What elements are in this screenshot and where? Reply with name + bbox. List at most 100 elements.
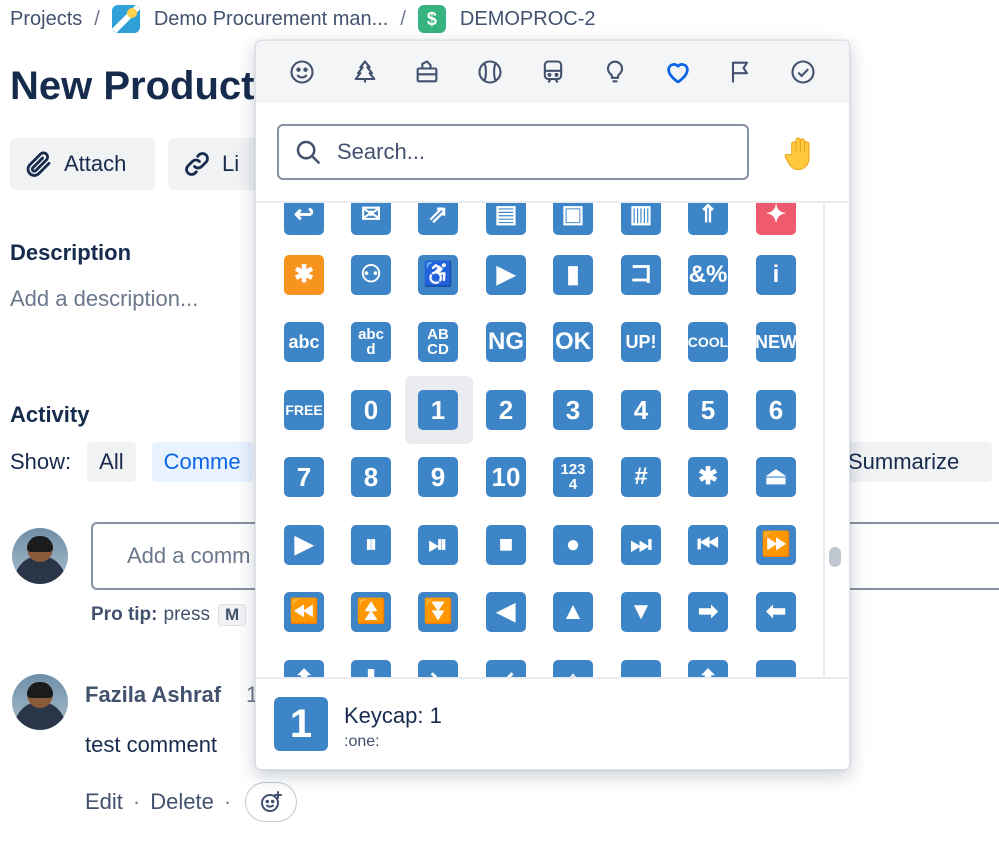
description-field[interactable]: Add a description... bbox=[10, 286, 198, 312]
emoji-cell[interactable]: ⏩ bbox=[756, 525, 796, 565]
emoji-cell[interactable]: ◀ bbox=[486, 592, 526, 632]
emoji-cell[interactable]: ↔ bbox=[621, 660, 661, 677]
comment-actions: Edit · Delete · bbox=[85, 782, 298, 822]
category-travel[interactable] bbox=[537, 56, 569, 88]
emoji-cell[interactable]: ↔ bbox=[756, 660, 796, 677]
emoji-cell[interactable]: ▥ bbox=[621, 203, 661, 235]
emoji-cell[interactable]: ⏏ bbox=[756, 457, 796, 497]
emoji-cell[interactable]: &% bbox=[688, 255, 728, 295]
emoji-cell[interactable]: ⚇ bbox=[351, 255, 391, 295]
filter-comments-button[interactable]: Comme bbox=[151, 442, 253, 482]
category-flags[interactable] bbox=[724, 56, 756, 88]
food-icon bbox=[416, 60, 438, 83]
emoji-cell[interactable]: コ bbox=[621, 255, 661, 295]
category-activity[interactable] bbox=[474, 56, 506, 88]
emoji-cell[interactable]: 5 bbox=[688, 390, 728, 430]
breadcrumb-issue-key[interactable]: DEMOPROC-2 bbox=[460, 8, 596, 31]
emoji-cell[interactable]: ⏸ bbox=[351, 525, 391, 565]
emoji-cell[interactable]: FREE bbox=[284, 390, 324, 430]
emoji-cell[interactable]: ➡ bbox=[688, 592, 728, 632]
filter-all-button[interactable]: All bbox=[87, 442, 136, 482]
emoji-cell[interactable]: 4 bbox=[621, 390, 661, 430]
emoji-cell[interactable]: UP! bbox=[621, 322, 661, 362]
emoji-cell[interactable]: 9 bbox=[418, 457, 458, 497]
emoji-cell[interactable]: ✉ bbox=[351, 203, 391, 235]
emoji-cell[interactable]: ABCD bbox=[418, 322, 458, 362]
raised-hand-icon bbox=[784, 137, 810, 171]
edit-comment-button[interactable]: Edit bbox=[85, 789, 123, 815]
emoji-cell[interactable]: ⏮ bbox=[688, 525, 728, 565]
category-objects[interactable] bbox=[599, 56, 631, 88]
emoji-cell[interactable]: ▣ bbox=[553, 203, 593, 235]
emoji-scrollbar[interactable] bbox=[823, 203, 849, 677]
emoji-cell[interactable]: abc bbox=[284, 322, 324, 362]
emoji-cell[interactable]: ✱ bbox=[688, 457, 728, 497]
delete-comment-button[interactable]: Delete bbox=[150, 789, 214, 815]
emoji-cell[interactable]: ▶ bbox=[486, 255, 526, 295]
emoji-cell[interactable]: ⬆ bbox=[688, 660, 728, 677]
emoji-cell[interactable]: ⬅ bbox=[756, 592, 796, 632]
category-symbols[interactable] bbox=[662, 56, 694, 88]
breadcrumb-projects[interactable]: Projects bbox=[10, 8, 82, 31]
emoji-cell[interactable]: ↘ bbox=[418, 660, 458, 677]
emoji-cell[interactable]: 7 bbox=[284, 457, 324, 497]
emoji-cell[interactable]: ♿ bbox=[418, 255, 458, 295]
emoji-cell[interactable]: NEW bbox=[756, 322, 796, 362]
emoji-cell[interactable]: ● bbox=[553, 525, 593, 565]
emoji-cell[interactable]: ↙ bbox=[486, 660, 526, 677]
emoji-cell[interactable]: ▮ bbox=[553, 255, 593, 295]
emoji-cell[interactable]: ⏪ bbox=[284, 592, 324, 632]
emoji-cell[interactable]: # bbox=[621, 457, 661, 497]
emoji-cell[interactable]: ⇗ bbox=[418, 203, 458, 235]
emoji-cell[interactable]: ▶ bbox=[284, 525, 324, 565]
breadcrumb-project[interactable]: Demo Procurement man... bbox=[154, 8, 389, 31]
emoji-cell[interactable]: 2 bbox=[486, 390, 526, 430]
emoji-cell[interactable]: ⬆ bbox=[284, 660, 324, 677]
emoji-cell[interactable]: ⏭ bbox=[621, 525, 661, 565]
category-custom[interactable] bbox=[787, 56, 819, 88]
emoji-search-box[interactable] bbox=[277, 124, 749, 180]
skin-tone-button[interactable] bbox=[776, 129, 824, 177]
emoji-cell[interactable]: 8 bbox=[351, 457, 391, 497]
category-smileys[interactable] bbox=[286, 56, 318, 88]
add-reaction-button[interactable] bbox=[245, 782, 298, 822]
emoji-cell[interactable]: ⇑ bbox=[688, 203, 728, 235]
emoji-cell[interactable]: ↕ bbox=[553, 660, 593, 677]
preview-emoji-name: Keycap: 1 bbox=[344, 703, 442, 728]
emoji-grid[interactable]: ↩ ✉ ⇗ ▤ ▣ ▥ ⇑ ✦ ✱ ⚇ ♿ ▶ ▮ コ &% i abc abcd ABCD NG OK UP! COOL N… bbox=[256, 203, 831, 677]
page-title[interactable]: New Product E bbox=[10, 64, 292, 109]
emoji-cell[interactable]: ↩ bbox=[284, 203, 324, 235]
emoji-cell[interactable]: ■ bbox=[486, 525, 526, 565]
emoji-cell[interactable]: i bbox=[756, 255, 796, 295]
category-food[interactable] bbox=[411, 56, 443, 88]
emoji-cell[interactable]: ⬇ bbox=[351, 660, 391, 677]
emoji-cell[interactable]: 10 bbox=[486, 457, 526, 497]
emoji-cell[interactable]: 1 bbox=[418, 390, 458, 430]
emoji-cell[interactable]: 6 bbox=[756, 390, 796, 430]
emoji-cell[interactable]: ▤ bbox=[486, 203, 526, 235]
emoji-cell[interactable]: ⏬ bbox=[418, 592, 458, 632]
emoji-scrollbar-thumb[interactable] bbox=[829, 547, 841, 567]
emoji-cell[interactable]: OK bbox=[553, 322, 593, 362]
emoji-picker: ↩ ✉ ⇗ ▤ ▣ ▥ ⇑ ✦ ✱ ⚇ ♿ ▶ ▮ コ &% i abcabcd ABCD NG OK UP! COOL N… bbox=[255, 40, 850, 770]
emoji-cell[interactable]: COOL bbox=[688, 322, 728, 362]
emoji-cell[interactable]: ✱ bbox=[284, 255, 324, 295]
emoji-cell[interactable]: ⏫ bbox=[351, 592, 391, 632]
emoji-cell[interactable]: NG bbox=[486, 322, 526, 362]
summarize-button[interactable]: Summarize bbox=[834, 442, 992, 482]
attach-button[interactable]: Attach bbox=[10, 138, 155, 190]
emoji-cell[interactable]: 3 bbox=[553, 390, 593, 430]
emoji-cell[interactable]: ✦ bbox=[756, 203, 796, 235]
emoji-search-input[interactable] bbox=[337, 139, 717, 165]
comment-author[interactable]: Fazila Ashraf bbox=[85, 682, 221, 708]
emoji-cell[interactable]: 0 bbox=[351, 390, 391, 430]
category-nature[interactable] bbox=[349, 56, 381, 88]
emoji-cell[interactable]: ⏯ bbox=[418, 525, 458, 565]
comment-author-avatar[interactable] bbox=[12, 674, 68, 730]
emoji-cell[interactable]: 1234 bbox=[553, 457, 593, 497]
emoji-cell[interactable]: ▼ bbox=[621, 592, 661, 632]
emoji-cell[interactable]: ▲ bbox=[553, 592, 593, 632]
link-button[interactable]: Li bbox=[168, 138, 268, 190]
emoji-cell[interactable]: abcd bbox=[351, 322, 391, 362]
smiley-add-icon bbox=[261, 791, 283, 812]
